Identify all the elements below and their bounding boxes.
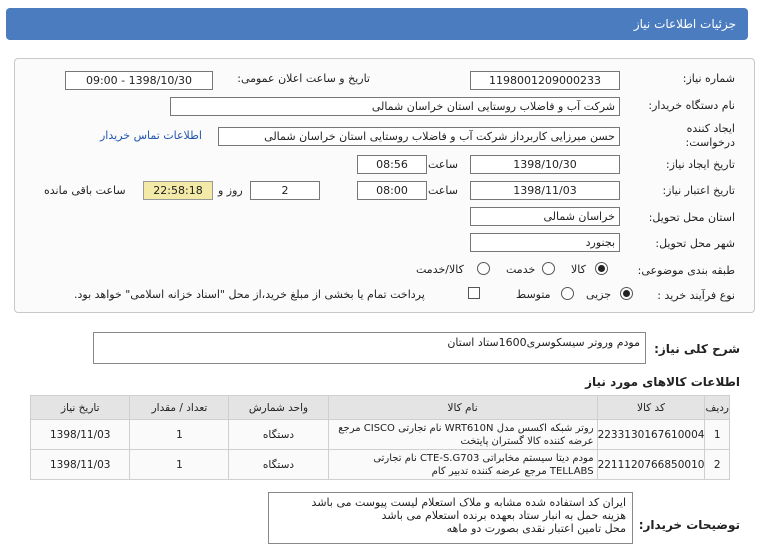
validity-label: تاریخ اعتبار نیاز:: [662, 184, 735, 197]
category-goods-service-radio[interactable]: [477, 262, 490, 278]
category-service-label: خدمت: [506, 263, 536, 276]
buyer-note-line: هزینه حمل به انبار ستاد بعهده برنده استع…: [381, 509, 626, 522]
items-section-title: اطلاعات کالاهای مورد نیاز: [585, 375, 740, 389]
days-label: روز و: [218, 184, 243, 197]
city-label: شهر محل تحویل:: [655, 237, 735, 250]
process-minor-radio[interactable]: [620, 287, 633, 303]
need-number-field: 1198001209000233: [470, 71, 620, 90]
buyer-field: شرکت آب و فاضلاب روستایی استان خراسان شم…: [170, 97, 620, 116]
remaining-time-field: 22:58:18: [143, 181, 213, 200]
table-row: 2 2211120766850010 مودم دیتا سیستم مخابر…: [29, 449, 730, 480]
cell-unit: دستگاه: [228, 419, 329, 450]
category-label: طبقه بندی موضوعی:: [637, 264, 735, 277]
announce-field: 1398/10/30 - 09:00: [65, 71, 213, 90]
col-header-row: ردیف: [704, 395, 730, 420]
category-goods-service-label: کالا/خدمت: [416, 263, 464, 276]
buyer-note-line: ایران کد استفاده شده مشابه و ملاک استعلا…: [311, 496, 626, 509]
page-title-bar: جزئیات اطلاعات نیاز: [6, 8, 748, 40]
treasury-payment-note: پرداخت تمام یا بخشی از مبلغ خرید،از محل …: [74, 288, 425, 301]
category-goods-label: کالا: [571, 263, 586, 276]
col-header-code: کد کالا: [596, 395, 706, 420]
cell-row: 2: [704, 449, 730, 480]
created-time-label: ساعت: [428, 158, 458, 171]
table-row: 1 2233130167610004 روتر شبکه اکسس مدل WR…: [29, 419, 730, 450]
created-label: تاریخ ایجاد نیاز:: [665, 158, 735, 171]
page-title: جزئیات اطلاعات نیاز: [633, 17, 736, 31]
creator-field: حسن میرزایی کاربرداز شرکت آب و فاضلاب رو…: [218, 127, 620, 146]
process-medium-label: متوسط: [516, 288, 551, 301]
need-number-label: شماره نیاز:: [682, 72, 735, 85]
cell-name: روتر شبکه اکسس مدل WRT610N نام تجارتی CI…: [327, 419, 598, 450]
creator-label: ایجاد کننده درخواست:: [685, 122, 735, 149]
remaining-label: ساعت باقی مانده: [44, 184, 126, 197]
cell-qty: 1: [129, 419, 230, 450]
buyer-contact-link[interactable]: اطلاعات تماس خریدار: [100, 129, 202, 142]
cell-qty: 1: [129, 449, 230, 480]
validity-date-field: 1398/11/03: [470, 181, 620, 200]
cell-code: 2211120766850010: [596, 449, 706, 480]
process-label: نوع فرآیند خرید :: [657, 289, 735, 302]
cell-date: 1398/11/03: [29, 419, 131, 450]
general-desc-text: مودم وروتر سیسکوسری1600ستاد استان: [447, 336, 640, 349]
col-header-unit: واحد شمارش: [228, 395, 329, 420]
province-label: استان محل تحویل:: [648, 211, 735, 224]
validity-time-field: 08:00: [357, 181, 427, 200]
created-time-field: 08:56: [357, 155, 427, 174]
city-field: بجنورد: [470, 233, 620, 252]
province-field: خراسان شمالی: [470, 207, 620, 226]
category-service-radio[interactable]: [542, 262, 555, 278]
buyer-note-line: محل تامین اعتبار نقدی بصورت دو ماهه: [446, 522, 626, 535]
col-header-name: نام کالا: [327, 395, 598, 420]
validity-time-label: ساعت: [428, 184, 458, 197]
treasury-payment-checkbox[interactable]: [468, 287, 480, 302]
buyer-label: نام دستگاه خریدار:: [648, 99, 735, 112]
remaining-days-field: 2: [250, 181, 320, 200]
created-date-field: 1398/10/30: [470, 155, 620, 174]
cell-row: 1: [704, 419, 730, 450]
items-table: ردیف کد کالا نام کالا واحد شمارش تعداد /…: [29, 395, 730, 480]
buyer-notes-label: توضیحات خریدار:: [638, 518, 740, 532]
cell-date: 1398/11/03: [29, 449, 131, 480]
cell-name: مودم دیتا سیستم مخابراتی CTE-S.G703 نام …: [327, 449, 598, 480]
col-header-date: تاریخ نیاز: [29, 395, 131, 420]
category-goods-radio[interactable]: [595, 262, 608, 278]
process-minor-label: جزیی: [586, 288, 612, 301]
announce-label: تاریخ و ساعت اعلان عمومی:: [237, 72, 370, 85]
col-header-qty: تعداد / مقدار: [129, 395, 230, 420]
buyer-notes-box: ایران کد استفاده شده مشابه و ملاک استعلا…: [268, 492, 633, 544]
process-medium-radio[interactable]: [561, 287, 574, 303]
general-desc-label: شرح کلی نیاز:: [654, 342, 740, 356]
general-desc-box: مودم وروتر سیسکوسری1600ستاد استان: [93, 332, 646, 364]
cell-code: 2233130167610004: [596, 419, 706, 450]
table-header-row: ردیف کد کالا نام کالا واحد شمارش تعداد /…: [29, 395, 730, 420]
cell-unit: دستگاه: [228, 449, 329, 480]
